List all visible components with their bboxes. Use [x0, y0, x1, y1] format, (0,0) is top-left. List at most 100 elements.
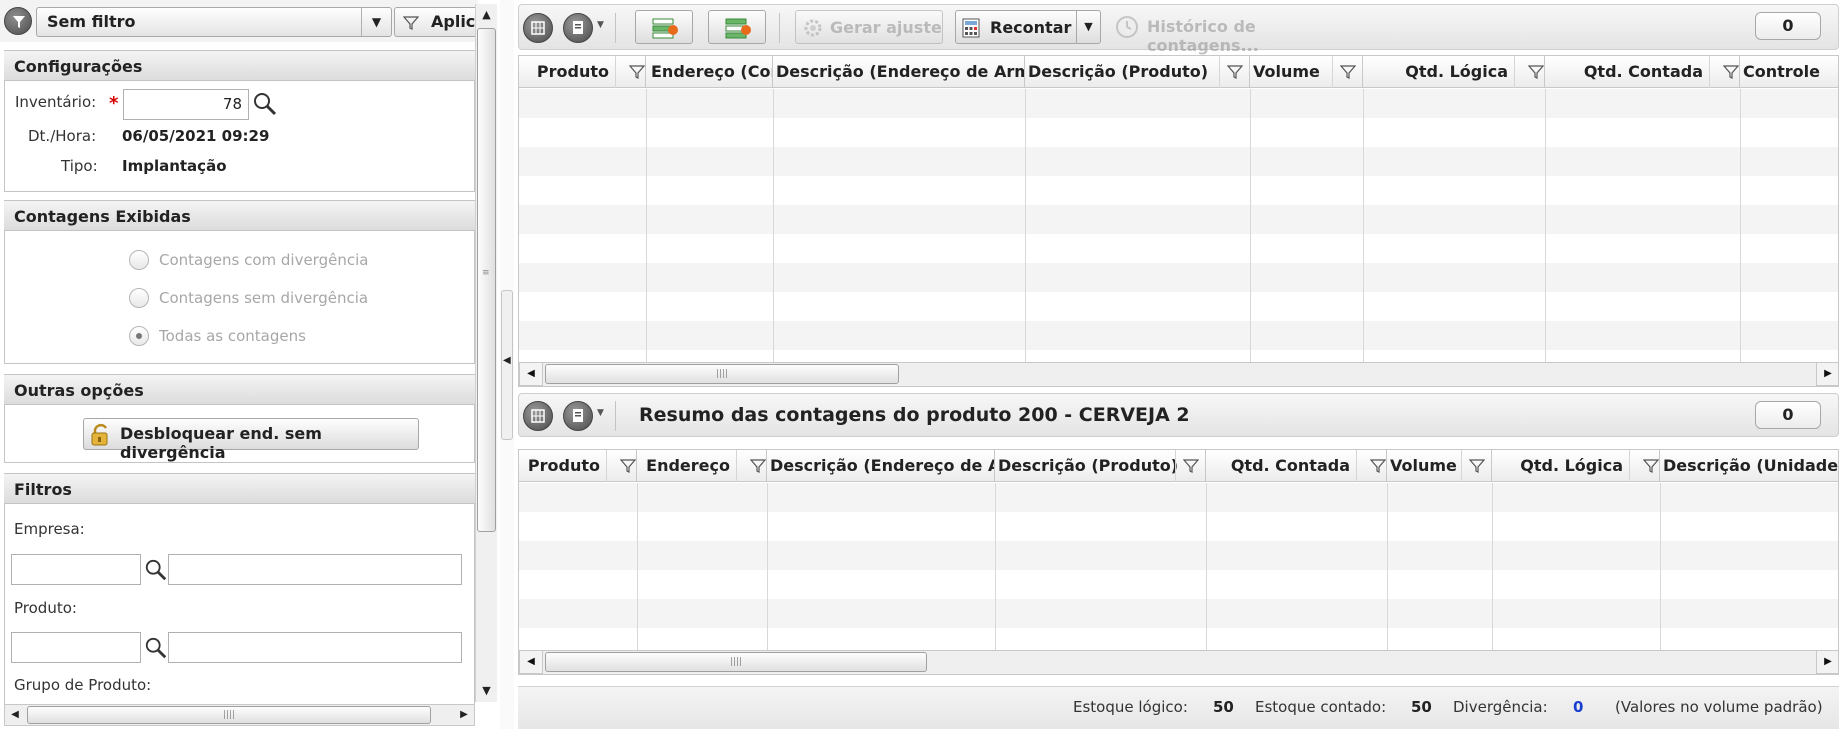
history-button[interactable]: Histórico de contagens... — [1111, 10, 1371, 55]
col-header-volume[interactable]: Volume — [1387, 450, 1492, 482]
radio-with-divergence[interactable] — [129, 250, 149, 270]
col-header-produto[interactable]: Produto — [519, 450, 637, 482]
col-header-label: Descrição (Unidade) — [1663, 456, 1839, 475]
funnel-icon[interactable] — [1629, 450, 1659, 482]
top-grid-horizontal-scrollbar[interactable]: ◀ |||| ▶ — [519, 362, 1838, 386]
column-divider — [767, 483, 768, 650]
chevron-down-icon[interactable]: ▼ — [597, 20, 604, 30]
chevron-down-icon[interactable]: ▼ — [361, 8, 391, 36]
apply-filter-button[interactable]: Aplic — [394, 7, 484, 37]
divergence-label: Divergência: — [1453, 698, 1548, 716]
col-header-descricao-unidade[interactable]: Descrição (Unidade) — [1660, 450, 1839, 482]
search-icon[interactable] — [144, 636, 168, 660]
radio-with-divergence-label: Contagens com divergência — [159, 251, 369, 269]
clock-icon — [1116, 16, 1138, 38]
scroll-right-arrow[interactable]: ▶ — [1816, 362, 1838, 386]
generate-adjust-button[interactable]: Gerar ajuste — [795, 10, 943, 44]
col-header-qtd-logica[interactable]: Qtd. Lógica — [1492, 450, 1660, 482]
funnel-icon[interactable] — [606, 450, 636, 482]
col-header-qtd-logica[interactable]: Qtd. Lógica — [1363, 56, 1545, 88]
col-header-descricao-produto[interactable]: Descrição (Produto) — [995, 450, 1206, 482]
scroll-thumb[interactable]: |||| — [545, 364, 899, 384]
empresa-code-input[interactable] — [11, 554, 141, 585]
col-header-label: Descrição (Endereço de Arma — [776, 62, 1025, 81]
export-menu-icon[interactable] — [563, 13, 593, 43]
volume-note: (Valores no volume padrão) — [1615, 698, 1823, 716]
funnel-icon[interactable] — [1175, 450, 1205, 482]
funnel-icon[interactable] — [736, 450, 766, 482]
produto-code-input[interactable] — [11, 632, 141, 663]
col-header-label: Qtd. Contada — [1230, 456, 1350, 475]
col-header-label: Qtd. Contada — [1583, 62, 1703, 81]
left-vertical-scrollbar[interactable]: ▲ ≡ ▼ — [475, 4, 497, 702]
grid-settings-icon[interactable] — [523, 401, 553, 431]
produto-name-input[interactable] — [168, 632, 462, 663]
col-header-label: Descrição (Produto) — [998, 456, 1179, 475]
history-label: Histórico de contagens... — [1147, 17, 1259, 55]
col-header-produto[interactable]: Produto — [519, 56, 646, 88]
inventory-field[interactable]: 78 — [123, 89, 249, 120]
scroll-thumb[interactable]: ≡ — [477, 28, 496, 532]
panel-splitter[interactable]: ◀ — [500, 0, 514, 729]
funnel-icon[interactable] — [1514, 56, 1544, 88]
col-header-label: Qtd. Lógica — [1405, 62, 1508, 81]
table-row — [519, 89, 1838, 118]
column-divider — [1206, 483, 1207, 650]
col-header-qtd-contada[interactable]: Qtd. Contada — [1206, 450, 1387, 482]
funnel-icon[interactable] — [1461, 450, 1491, 482]
recount-button[interactable]: Recontar ▼ — [955, 10, 1101, 44]
col-header-descricao-produto[interactable]: Descrição (Produto) — [1025, 56, 1250, 88]
col-header-endereco[interactable]: Endereço (Con — [646, 56, 773, 88]
scroll-left-arrow[interactable]: ◀ — [519, 362, 543, 386]
scroll-right-arrow[interactable]: ▶ — [1816, 650, 1838, 674]
search-icon[interactable] — [144, 558, 168, 582]
bottom-grid-header: Produto Endereço Descrição (Endereço de … — [519, 450, 1839, 482]
export-menu-icon[interactable] — [563, 401, 593, 431]
scroll-down-arrow[interactable]: ▼ — [476, 680, 497, 702]
col-header-descricao-endereco[interactable]: Descrição (Endereço de Ar — [767, 450, 995, 482]
splitter-handle[interactable]: ◀ — [501, 290, 513, 440]
datetime-value: 06/05/2021 09:29 — [122, 127, 270, 145]
logical-stock-value: 50 — [1213, 698, 1234, 716]
scroll-up-arrow[interactable]: ▲ — [476, 4, 497, 26]
chevron-down-icon[interactable]: ▼ — [1076, 11, 1100, 43]
col-header-label: Volume — [1253, 62, 1320, 81]
bottom-grid-title: Resumo das contagens do produto 200 - CE… — [639, 404, 1190, 426]
col-header-controle[interactable]: Controle — [1740, 56, 1838, 88]
bottom-grid-toolbar: ▼ Resumo das contagens do produto 200 - … — [518, 393, 1839, 437]
funnel-icon[interactable] — [1356, 450, 1386, 482]
collapse-arrow-icon[interactable]: ◀ — [503, 355, 511, 366]
funnel-icon[interactable] — [1709, 56, 1739, 88]
collapse-rows-button[interactable] — [708, 10, 766, 44]
col-header-descricao-endereco[interactable]: Descrição (Endereço de Arma — [773, 56, 1025, 88]
other-section: Desbloquear end. sem divergência — [4, 405, 475, 463]
scroll-left-arrow[interactable]: ◀ — [519, 650, 543, 674]
chevron-down-icon[interactable]: ▼ — [597, 408, 604, 418]
bottom-grid-horizontal-scrollbar[interactable]: ◀ |||| ▶ — [519, 650, 1838, 674]
filter-select[interactable]: Sem filtro ▼ — [36, 7, 392, 37]
grip-icon: ≡ — [482, 268, 490, 278]
funnel-icon[interactable] — [615, 56, 645, 88]
toolbar-divider — [779, 13, 780, 43]
unlock-button[interactable]: Desbloquear end. sem divergência — [83, 418, 419, 462]
filter-menu-icon[interactable] — [4, 7, 32, 35]
scroll-right-arrow[interactable]: ▶ — [454, 705, 474, 725]
col-header-qtd-contada[interactable]: Qtd. Contada — [1545, 56, 1740, 88]
funnel-icon[interactable] — [1219, 56, 1249, 88]
col-header-volume[interactable]: Volume — [1250, 56, 1363, 88]
radio-without-divergence[interactable] — [129, 288, 149, 308]
search-icon[interactable] — [252, 91, 278, 117]
column-divider — [646, 89, 647, 362]
scroll-left-arrow[interactable]: ◀ — [5, 705, 25, 725]
funnel-icon[interactable] — [1332, 56, 1362, 88]
radio-all-counts[interactable] — [129, 326, 149, 346]
col-header-endereco[interactable]: Endereço — [637, 450, 767, 482]
col-header-label: Descrição (Endereço de Ar — [770, 456, 995, 475]
grid-settings-icon[interactable] — [523, 13, 553, 43]
scroll-thumb[interactable]: |||| — [545, 652, 927, 672]
left-horizontal-scrollbar[interactable]: ◀ |||| ▶ — [4, 704, 475, 726]
empresa-name-input[interactable] — [168, 554, 462, 585]
inventory-value: 78 — [222, 95, 242, 113]
expand-rows-button[interactable] — [635, 10, 693, 44]
scroll-thumb[interactable]: |||| — [27, 706, 431, 724]
